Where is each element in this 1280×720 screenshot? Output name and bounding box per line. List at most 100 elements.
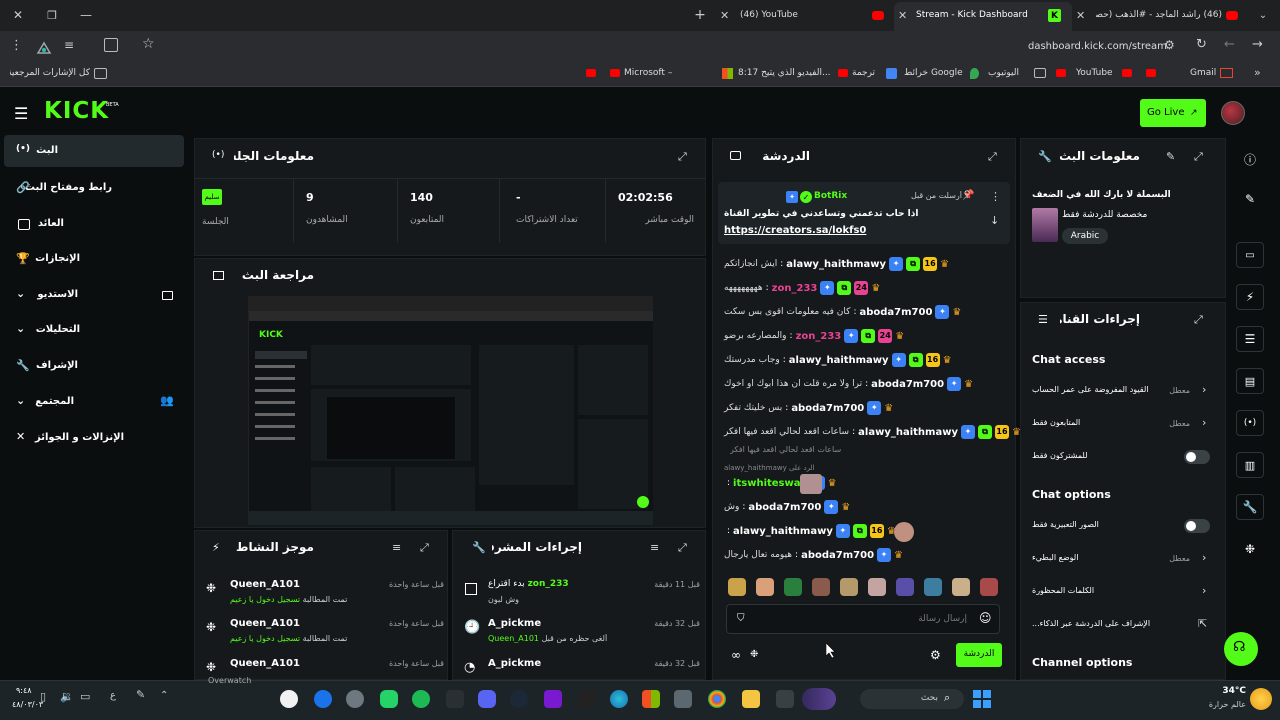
expand-icon[interactable]: ⤢: [420, 541, 429, 555]
network-icon[interactable]: ▭: [80, 690, 90, 703]
chat-username[interactable]: aboda7m700: [801, 550, 874, 561]
lightning-icon[interactable]: ⚡: [1236, 284, 1264, 310]
sidebar-item-stream-key[interactable]: رابط ومفتاح البث 🔗: [4, 172, 184, 204]
steam-icon[interactable]: [510, 690, 528, 708]
site-info-icon[interactable]: ⚙: [1164, 38, 1175, 52]
clock-time[interactable]: ٩:٤٨: [16, 686, 50, 695]
tab-kick-dashboard[interactable]: ✕ Stream - Kick Dashboard K: [894, 2, 1072, 31]
stream-preview-video[interactable]: KICK: [248, 296, 653, 525]
sidebar-item-moderation[interactable]: الإشراف 🔧: [4, 350, 184, 382]
bookmark-maps[interactable]: خرائط Google: [904, 68, 966, 78]
pinned-link[interactable]: https://creators.sa/lokfs0: [724, 225, 924, 236]
file-explorer-icon[interactable]: [742, 690, 760, 708]
chat-username[interactable]: zon_233: [796, 331, 842, 342]
forward-icon[interactable]: ←: [1224, 37, 1235, 52]
setting-row[interactable]: الإشراف على الدردشة عبر الذكاء... ⇱: [1026, 614, 1220, 638]
settings-icon[interactable]: [346, 690, 364, 708]
app-icon[interactable]: [446, 690, 464, 708]
setting-row[interactable]: القيود المفروضة على عمر الحساب معطل ›: [1026, 380, 1220, 404]
chat-username[interactable]: aboda7m700: [791, 403, 864, 414]
store-icon[interactable]: [642, 690, 660, 708]
chrome-icon[interactable]: [708, 690, 726, 708]
emote-icon[interactable]: [784, 578, 802, 596]
infinity-icon[interactable]: ∞: [731, 648, 741, 662]
chat-message[interactable]: ♛ ✦ aboda7m700: بس خليتك تفكر: [724, 401, 1004, 421]
help-support-button[interactable]: ☊: [1224, 632, 1258, 666]
layout-icon[interactable]: ▥: [1236, 452, 1264, 478]
sidebar-item-studio[interactable]: الاستديو ⌄: [4, 279, 184, 311]
clock-date[interactable]: ٤٨/٠٣/٠٣: [12, 700, 52, 709]
list-icon[interactable]: ☰: [1236, 326, 1264, 352]
bookmark-star-icon[interactable]: ☆: [142, 36, 155, 52]
maximize-icon[interactable]: ❐: [44, 6, 60, 24]
bookmark-youtube[interactable]: YouTube: [1076, 68, 1120, 78]
chat-username[interactable]: zon_233: [772, 283, 818, 294]
chat-username[interactable]: alawy_haithmawy: [789, 355, 889, 366]
preview-icon[interactable]: ▭: [1236, 242, 1264, 268]
mod-moderator[interactable]: Queen_A101: [488, 634, 539, 643]
chat-username[interactable]: alawy_haithmawy: [858, 427, 958, 438]
expand-icon[interactable]: ⤢: [1194, 150, 1203, 164]
language-indicator[interactable]: ع: [110, 690, 116, 701]
chat-username[interactable]: alawy_haithmawy: [786, 259, 886, 270]
sun-icon[interactable]: [1250, 688, 1272, 710]
edge-icon[interactable]: [610, 690, 628, 708]
emote-icon[interactable]: [868, 578, 886, 596]
chat-username[interactable]: aboda7m700: [859, 307, 932, 318]
emotes-only-toggle[interactable]: [1184, 519, 1210, 533]
community-icon[interactable]: ❉: [750, 649, 758, 660]
app-icon[interactable]: [578, 690, 596, 708]
whatsapp-icon[interactable]: [380, 690, 398, 708]
app-icon[interactable]: [674, 690, 692, 708]
all-bookmarks[interactable]: كل الإشارات المرجعية: [10, 68, 90, 78]
more-bookmarks-icon[interactable]: »: [1254, 66, 1261, 79]
chat-message[interactable]: ♛✦itswhiteswan:: [724, 476, 1004, 496]
sidebar-item-community[interactable]: المجتمع ⌄ 👥: [4, 386, 184, 418]
mod-user[interactable]: A_pickme: [488, 658, 588, 669]
go-live-button[interactable]: Go Live ↗: [1140, 99, 1206, 127]
subscribers-only-toggle[interactable]: [1184, 450, 1210, 464]
emote-icon[interactable]: [840, 578, 858, 596]
chat-username[interactable]: aboda7m700: [748, 502, 821, 513]
close-tab-icon[interactable]: ✕: [1076, 9, 1085, 22]
pen-icon[interactable]: ✎: [136, 688, 145, 701]
filter-icon[interactable]: ≡: [650, 541, 659, 554]
start-button[interactable]: [972, 689, 992, 709]
more-options-icon[interactable]: ⋮: [990, 190, 1001, 203]
avatar[interactable]: [1221, 101, 1245, 125]
expand-icon[interactable]: ⤢: [988, 150, 997, 164]
chat-icon[interactable]: ▤: [1236, 368, 1264, 394]
chat-username[interactable]: alawy_haithmawy: [733, 526, 833, 537]
wrench-icon[interactable]: 🔧: [1236, 494, 1264, 520]
chevron-up-icon[interactable]: ⌃: [160, 690, 168, 701]
chat-message[interactable]: ♛ 24 ⧉ ✦ zon_233: والمصارعه برضو: [724, 329, 1004, 349]
close-window-icon[interactable]: ✕: [10, 6, 26, 24]
collapse-icon[interactable]: ↓: [990, 214, 999, 227]
mod-user[interactable]: zon_233: [528, 579, 569, 589]
pinned-user[interactable]: BotRix: [814, 191, 864, 201]
close-tab-icon[interactable]: ✕: [898, 9, 907, 22]
chat-message[interactable]: ♛ 16 ⧉ ✦ alawy_haithmawy: ايش انجازاتكم: [724, 257, 1004, 277]
volume-icon[interactable]: 🔉: [60, 690, 74, 703]
bookmark-youtube-ar[interactable]: اليوتيوب: [988, 68, 1030, 78]
mod-user[interactable]: A_pickme: [488, 618, 588, 629]
chat-username[interactable]: itswhiteswan: [733, 478, 808, 489]
emote-icon[interactable]: [756, 578, 774, 596]
sidebar-item-analytics[interactable]: التحليلات ⌄: [4, 314, 184, 346]
chat-input[interactable]: ⛉ إرسال رسالة ☺: [726, 604, 1000, 634]
chat-message[interactable]: ♛ ✦ aboda7m700: هيومه تعال يارجال: [724, 548, 1004, 568]
activity-user[interactable]: Queen_A101: [230, 618, 330, 629]
chat-message[interactable]: ♛ 16 ⧉ ✦ alawy_haithmawy:: [724, 524, 1004, 544]
taskbar-search[interactable]: ⌕ بحث: [860, 689, 964, 709]
address-bar[interactable]: dashboard.kick.com/stream: [160, 34, 1190, 60]
setting-row[interactable]: المتابعون فقط معطل ›: [1026, 413, 1220, 437]
kick-logo[interactable]: KICK BETA: [44, 98, 128, 126]
tab-youtube-song[interactable]: ✕ (46) راشد الماجد - #الذهب (حصر: [1072, 4, 1250, 28]
chat-message[interactable]: ♛ 24 ⧉ ✦ zon_233: ههههههههه: [724, 281, 1004, 301]
bookmark-translate[interactable]: ترجمة: [852, 68, 882, 78]
tab-youtube[interactable]: ✕ (46) YouTube: [716, 4, 894, 28]
back-icon[interactable]: →: [1252, 37, 1263, 52]
chat-message[interactable]: ♛ 16 ⧉ ✦ alawy_haithmawy: وجاب مدرستك: [724, 353, 1004, 373]
discord-icon[interactable]: [478, 690, 496, 708]
install-app-icon[interactable]: [104, 38, 118, 52]
